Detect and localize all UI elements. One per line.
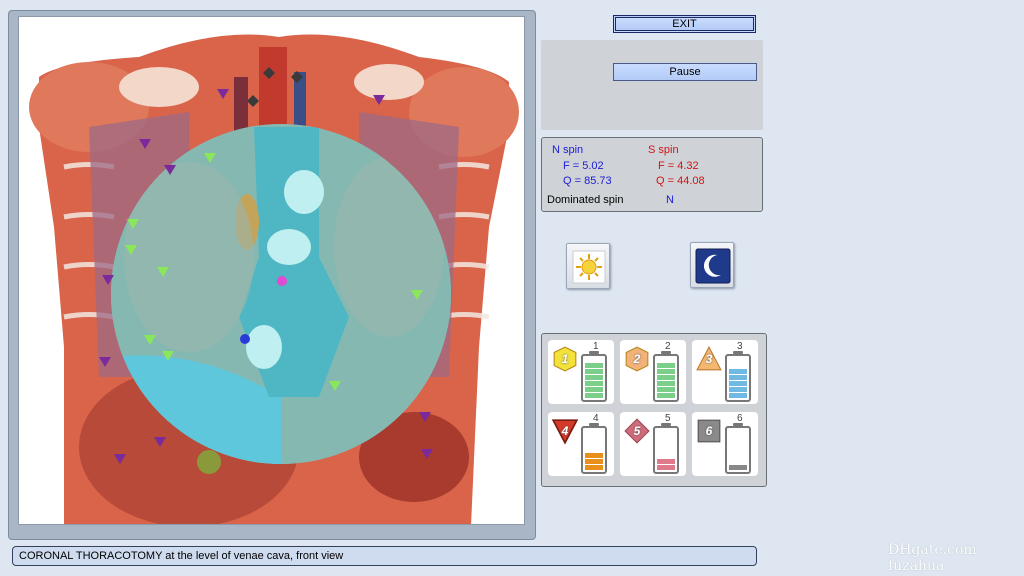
stage-cell-3: 33 xyxy=(692,340,758,404)
stage-badge-label: 6 xyxy=(705,424,713,438)
stage-cell-2: 22 xyxy=(620,340,686,404)
s-spin-f-value: F = 4.32 xyxy=(658,160,699,172)
n-spin-f-value: F = 5.02 xyxy=(563,160,604,172)
battery-level-icon xyxy=(581,426,607,474)
battery-segment xyxy=(585,459,603,464)
exit-button[interactable]: EXIT xyxy=(613,15,756,33)
battery-segment xyxy=(729,381,747,386)
night-mode-button[interactable] xyxy=(690,242,734,288)
battery-segment xyxy=(585,381,603,386)
battery-fill xyxy=(657,363,675,398)
s-spin-q-value: Q = 44.08 xyxy=(656,175,705,187)
s-spin-header: S spin xyxy=(648,144,679,156)
battery-fill xyxy=(657,459,675,470)
stage-badge-label: 1 xyxy=(561,352,569,366)
battery-segment xyxy=(729,375,747,380)
stage-badge-hexagon-icon: 2 xyxy=(624,346,650,372)
battery-segment xyxy=(729,369,747,374)
stage-badge-triangle-down-icon: 4 xyxy=(552,418,578,444)
battery-segment xyxy=(657,465,675,470)
battery-fill xyxy=(585,453,603,470)
status-caption: CORONAL THORACOTOMY at the level of vena… xyxy=(12,546,757,566)
stage-indicator-panel: 112233 445566 xyxy=(541,333,767,487)
battery-segment xyxy=(585,369,603,374)
battery-segment xyxy=(657,375,675,380)
moon-icon xyxy=(695,248,731,284)
battery-fill xyxy=(729,369,747,398)
stage-badge-diamond-icon: 5 xyxy=(624,418,650,444)
battery-segment xyxy=(657,393,675,398)
anatomy-illustration xyxy=(29,34,519,524)
stage-cell-1: 11 xyxy=(548,340,614,404)
sun-icon xyxy=(572,250,606,284)
stage-badge-square-icon: 6 xyxy=(696,418,722,444)
dominated-spin-value: N xyxy=(666,194,674,206)
battery-segment xyxy=(729,387,747,392)
battery-segment xyxy=(585,465,603,470)
stage-cell-5: 55 xyxy=(620,412,686,476)
battery-level-icon xyxy=(653,426,679,474)
battery-segment xyxy=(585,387,603,392)
stage-cell-6: 66 xyxy=(692,412,758,476)
battery-fill xyxy=(585,363,603,398)
dominated-spin-label: Dominated spin xyxy=(547,194,624,206)
battery-segment xyxy=(585,375,603,380)
stage-badge-label: 2 xyxy=(633,352,641,366)
battery-level-icon xyxy=(653,354,679,402)
battery-segment xyxy=(657,387,675,392)
stage-badge-label: 4 xyxy=(561,424,569,438)
day-mode-button[interactable] xyxy=(566,243,610,289)
battery-segment xyxy=(585,393,603,398)
spin-readout-panel: N spin F = 5.02 Q = 85.73 S spin F = 4.3… xyxy=(541,137,763,212)
stage-badge-label: 5 xyxy=(633,424,641,438)
battery-segment xyxy=(729,465,747,470)
n-spin-q-value: Q = 85.73 xyxy=(563,175,612,187)
battery-segment xyxy=(657,381,675,386)
stage-badge-label: 3 xyxy=(705,352,713,366)
battery-segment xyxy=(585,453,603,458)
anatomy-image xyxy=(18,16,525,525)
battery-segment xyxy=(657,459,675,464)
control-panel xyxy=(541,40,763,130)
battery-segment xyxy=(657,363,675,368)
watermark: DHgate.com fuzahua xyxy=(888,542,977,574)
pause-button[interactable]: Pause xyxy=(613,63,757,81)
battery-level-icon xyxy=(725,354,751,402)
battery-fill xyxy=(729,465,747,470)
n-spin-header: N spin xyxy=(552,144,584,156)
battery-segment xyxy=(657,369,675,374)
battery-level-icon xyxy=(725,426,751,474)
stage-cell-4: 44 xyxy=(548,412,614,476)
battery-segment xyxy=(585,363,603,368)
stage-badge-triangle-up-icon: 3 xyxy=(696,346,722,372)
battery-level-icon xyxy=(581,354,607,402)
battery-segment xyxy=(729,393,747,398)
stage-badge-hexagon-icon: 1 xyxy=(552,346,578,372)
